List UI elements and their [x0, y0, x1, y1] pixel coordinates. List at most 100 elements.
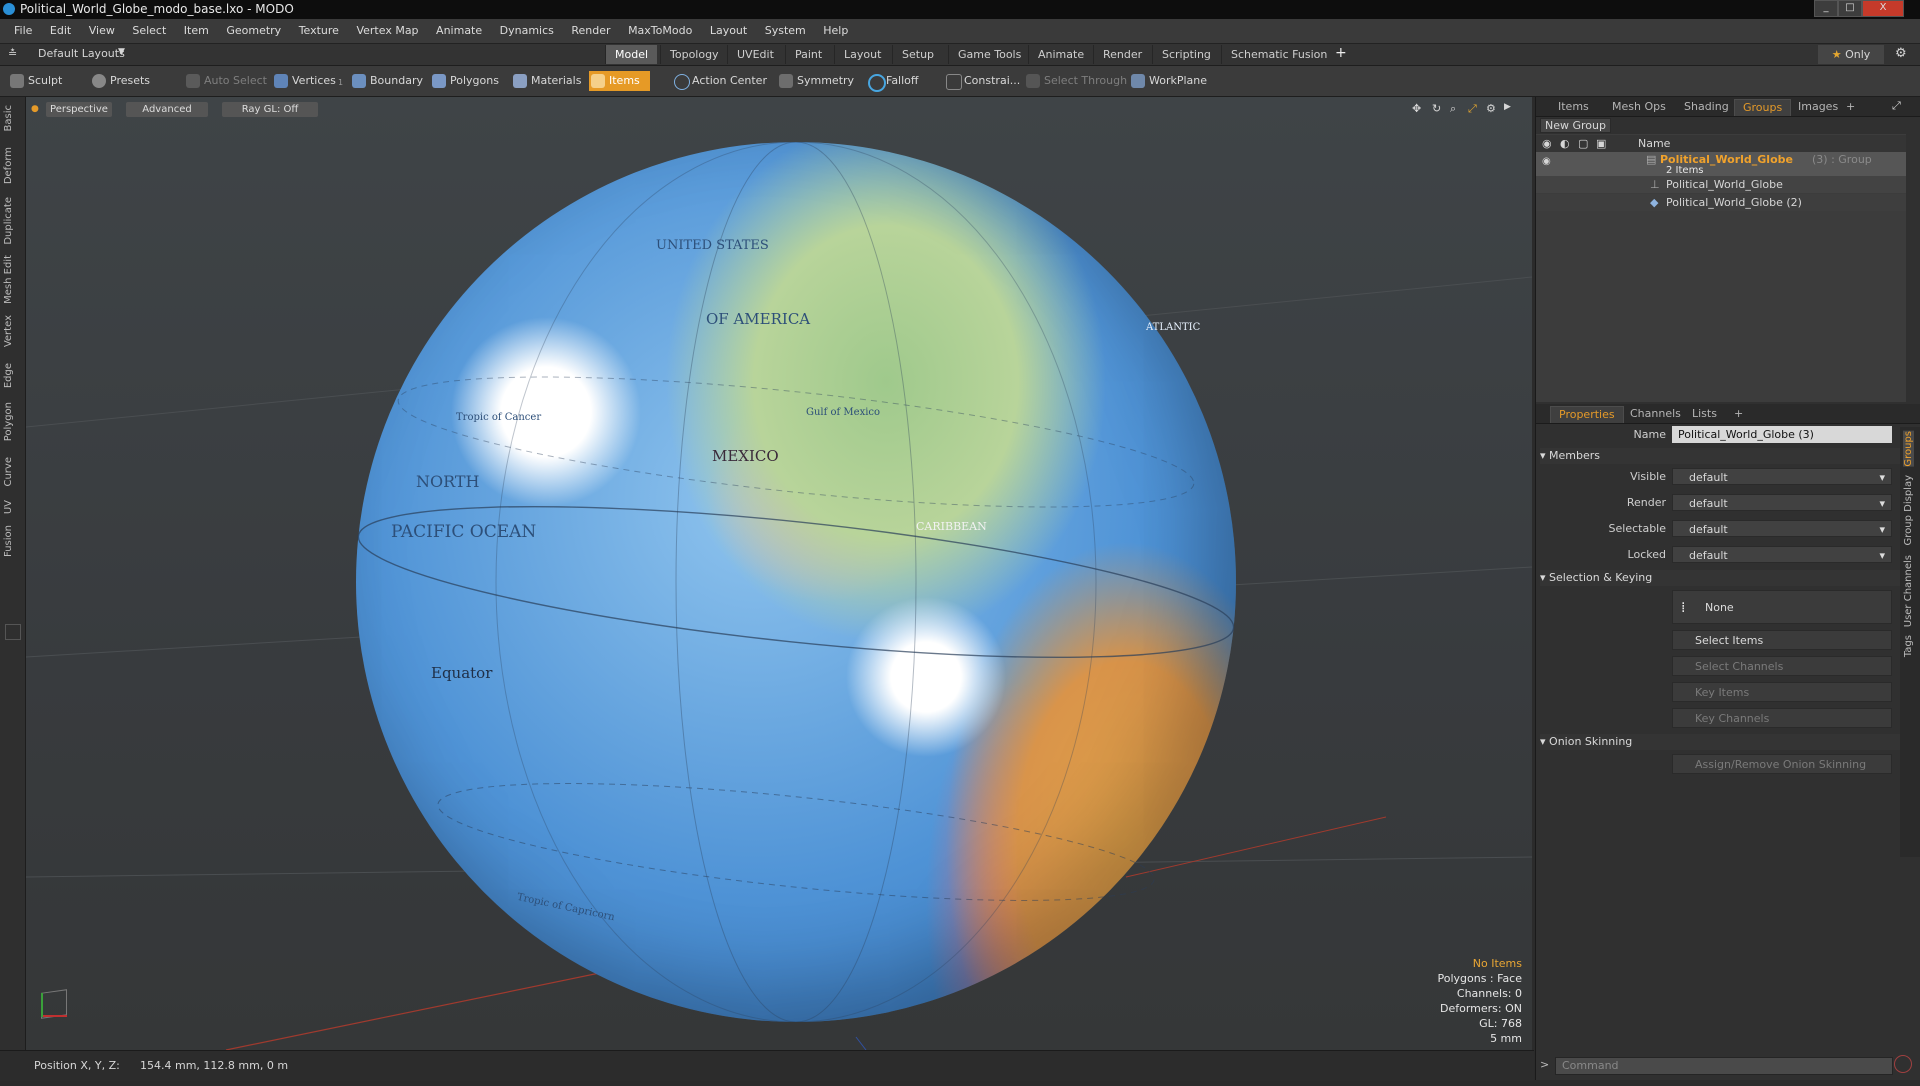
menu-select[interactable]: Select — [132, 24, 166, 37]
tab-render[interactable]: Render — [1093, 45, 1151, 64]
group-row-selected[interactable]: ◉ ▤ Political_World_Globe (3) : Group 2 … — [1536, 152, 1906, 176]
materials-button[interactable]: Materials — [511, 71, 581, 91]
close-button[interactable]: X — [1862, 0, 1904, 17]
tab-lists[interactable]: Lists — [1684, 406, 1725, 422]
list-item[interactable]: ◆ Political_World_Globe (2) — [1536, 194, 1906, 211]
menu-view[interactable]: View — [89, 24, 115, 37]
maximize-button[interactable]: □ — [1838, 0, 1862, 17]
tab-fusion[interactable]: Fusion — [3, 525, 14, 557]
layouts-icon[interactable]: ≛ — [8, 47, 17, 60]
menu-geometry[interactable]: Geometry — [226, 24, 281, 37]
minimize-button[interactable]: _ — [1814, 0, 1838, 17]
action-center-button[interactable]: Action Center — [672, 71, 767, 91]
political-world-globe[interactable]: UNITED STATES OF AMERICA MEXICO Gulf of … — [356, 142, 1236, 1022]
tab-polygon[interactable]: Polygon — [3, 402, 14, 441]
tab-items[interactable]: Items — [1550, 99, 1597, 115]
menu-file[interactable]: File — [14, 24, 32, 37]
render-dropdown[interactable]: default ▾ — [1672, 494, 1892, 511]
workplane-button[interactable]: WorkPlane — [1129, 71, 1207, 91]
boundary-button[interactable]: Boundary — [350, 71, 423, 91]
gear-icon[interactable]: ⚙ — [1895, 46, 1907, 61]
menu-layout[interactable]: Layout — [710, 24, 747, 37]
menu-vertex-map[interactable]: Vertex Map — [356, 24, 418, 37]
3d-viewport[interactable]: ● Perspective Advanced Ray GL: Off ✥ ↻ ⌕… — [26, 97, 1532, 1050]
menu-item[interactable]: Item — [184, 24, 209, 37]
add-tab-button[interactable]: + — [1335, 45, 1347, 61]
add-tab-button[interactable]: + — [1726, 406, 1751, 422]
select-channels-button[interactable]: Select Channels — [1672, 656, 1892, 676]
none-button[interactable]: ⁞ None — [1672, 590, 1892, 624]
panel-toggle-icon[interactable] — [5, 624, 21, 640]
tab-schematic-fusion[interactable]: Schematic Fusion — [1221, 45, 1336, 64]
tab-model[interactable]: Model — [605, 45, 658, 64]
tab-layout[interactable]: Layout — [834, 45, 890, 64]
polygons-button[interactable]: Polygons — [430, 71, 499, 91]
group-eye-icon[interactable]: ◉ — [1542, 156, 1551, 167]
tab-shading[interactable]: Shading — [1676, 99, 1737, 115]
selection-keying-section[interactable]: ▾ Selection & Keying — [1540, 570, 1900, 586]
command-history-icon[interactable] — [1894, 1055, 1912, 1073]
select-icon[interactable]: ▣ — [1596, 135, 1606, 152]
select-through-button[interactable]: Select Through — [1024, 71, 1127, 91]
menu-maxtomodo[interactable]: MaxToModo — [628, 24, 692, 37]
lock-icon[interactable]: ▢ — [1578, 135, 1588, 152]
tab-mesh-edit[interactable]: Mesh Edit — [3, 255, 14, 304]
tab-animate[interactable]: Animate — [1028, 45, 1093, 64]
tab-edge[interactable]: Edge — [3, 363, 14, 388]
menu-animate[interactable]: Animate — [436, 24, 482, 37]
tab-duplicate[interactable]: Duplicate — [3, 197, 14, 245]
status-bar: Position X, Y, Z: 154.4 mm, 112.8 mm, 0 … — [0, 1050, 1534, 1081]
render-icon[interactable]: ◐ — [1560, 135, 1570, 152]
side-tab-user-channels[interactable]: User Channels — [1903, 555, 1914, 627]
only-toggle[interactable]: ★ Only — [1818, 45, 1884, 64]
menu-render[interactable]: Render — [571, 24, 610, 37]
sculpt-button[interactable]: Sculpt — [8, 71, 62, 91]
menu-edit[interactable]: Edit — [50, 24, 71, 37]
auto-select-button[interactable]: Auto Select — [184, 71, 267, 91]
constraints-button[interactable]: Constrai... — [944, 71, 1020, 91]
tab-setup[interactable]: Setup — [892, 45, 943, 64]
key-channels-button[interactable]: Key Channels — [1672, 708, 1892, 728]
tab-channels[interactable]: Channels — [1622, 406, 1689, 422]
side-tab-tags[interactable]: Tags — [1903, 635, 1914, 657]
menu-system[interactable]: System — [765, 24, 806, 37]
name-column-header[interactable]: Name — [1638, 135, 1670, 152]
visibility-eye-icon[interactable]: ◉ — [1542, 135, 1552, 152]
tab-paint[interactable]: Paint — [785, 45, 831, 64]
assign-onion-button[interactable]: Assign/Remove Onion Skinning — [1672, 754, 1892, 774]
selectable-dropdown[interactable]: default ▾ — [1672, 520, 1892, 537]
new-group-button[interactable]: New Group — [1540, 118, 1611, 133]
key-items-button[interactable]: Key Items — [1672, 682, 1892, 702]
menu-help[interactable]: Help — [823, 24, 848, 37]
falloff-button[interactable]: Falloff — [866, 71, 918, 92]
tab-groups[interactable]: Groups — [1734, 99, 1792, 116]
tab-uv[interactable]: UV — [3, 500, 14, 514]
menu-dynamics[interactable]: Dynamics — [500, 24, 554, 37]
tab-vertex[interactable]: Vertex — [3, 315, 14, 347]
menu-texture[interactable]: Texture — [299, 24, 339, 37]
default-layouts-dropdown[interactable]: Default Layouts — [38, 47, 125, 60]
items-button[interactable]: Items — [589, 71, 650, 91]
tab-mesh-ops[interactable]: Mesh Ops — [1604, 99, 1674, 115]
select-items-button[interactable]: Select Items — [1672, 630, 1892, 650]
expand-icon[interactable]: ⤢ — [1892, 99, 1901, 113]
symmetry-button[interactable]: Symmetry — [777, 71, 854, 91]
tab-deform[interactable]: Deform — [3, 147, 14, 184]
locked-dropdown[interactable]: default ▾ — [1672, 546, 1892, 563]
members-section[interactable]: ▾ Members — [1540, 448, 1900, 464]
tab-scripting[interactable]: Scripting — [1152, 45, 1220, 64]
tab-topology[interactable]: Topology — [660, 45, 728, 64]
tab-basic[interactable]: Basic — [3, 105, 14, 131]
tab-properties[interactable]: Properties — [1550, 406, 1624, 423]
name-field[interactable]: Political_World_Globe (3) — [1672, 426, 1892, 443]
visible-dropdown[interactable]: default ▾ — [1672, 468, 1892, 485]
tab-uvedit[interactable]: UVEdit — [727, 45, 783, 64]
tab-game-tools[interactable]: Game Tools — [948, 45, 1030, 64]
presets-button[interactable]: Presets — [90, 71, 150, 91]
onion-skinning-section[interactable]: ▾ Onion Skinning — [1540, 734, 1900, 750]
tab-curve[interactable]: Curve — [3, 457, 14, 487]
command-input[interactable]: Command — [1555, 1057, 1893, 1075]
list-item[interactable]: ⊥ Political_World_Globe — [1536, 176, 1906, 193]
vertices-button[interactable]: Vertices — [272, 71, 336, 91]
add-tab-button[interactable]: + — [1838, 99, 1863, 115]
